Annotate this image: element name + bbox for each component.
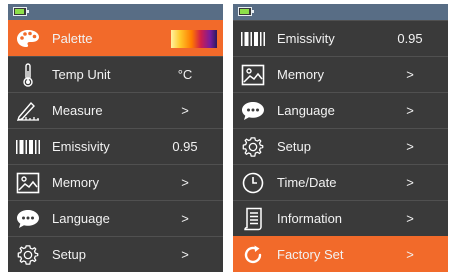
menu-item-value: >: [181, 211, 189, 226]
menu-item-palette[interactable]: Palette: [8, 20, 223, 56]
thermometer-icon: [12, 62, 44, 87]
palette-preview-swatch: [171, 29, 217, 48]
battery-level: [240, 9, 249, 14]
image-icon: [12, 172, 44, 194]
menu-item-label: Language: [52, 211, 110, 226]
menu-item-value: >: [406, 139, 414, 154]
menu-item-setup[interactable]: Setup >: [8, 236, 223, 272]
gear-icon: [12, 244, 44, 266]
battery-icon: [238, 7, 254, 16]
menu-item-memory[interactable]: Memory >: [233, 56, 448, 92]
menu-list: Emissivity 0.95 Memory > Language > Setup > Time…: [233, 20, 448, 272]
ruler-pencil-icon: [12, 100, 44, 122]
battery-level: [15, 9, 24, 14]
barcode-icon: [237, 31, 269, 47]
menu-item-value: >: [406, 247, 414, 262]
menu-item-label: Measure: [52, 103, 103, 118]
menu-item-language[interactable]: Language >: [8, 200, 223, 236]
menu-item-label: Information: [277, 211, 343, 226]
menu-item-emissivity[interactable]: Emissivity 0.95: [8, 128, 223, 164]
menu-item-value: >: [181, 247, 189, 262]
menu-item-measure[interactable]: Measure >: [8, 92, 223, 128]
gear-icon: [237, 136, 269, 158]
screen-left: Palette Temp Unit °C Measure > Emissivity 0.95…: [8, 4, 223, 272]
document-icon: [237, 207, 269, 231]
screen-right: Emissivity 0.95 Memory > Language > Setup > Time…: [233, 4, 448, 272]
menu-item-value: °C: [177, 67, 193, 82]
status-bar: [233, 4, 448, 20]
menu-item-label: Setup: [52, 247, 86, 262]
menu-item-factory-set[interactable]: Factory Set >: [233, 236, 448, 272]
barcode-icon: [12, 139, 44, 155]
menu-item-emissivity[interactable]: Emissivity 0.95: [233, 20, 448, 56]
menu-item-language[interactable]: Language >: [233, 92, 448, 128]
chat-bubble-icon: [237, 100, 269, 122]
battery-icon: [13, 7, 29, 16]
menu-item-value: >: [181, 175, 189, 190]
menu-item-label: Palette: [52, 31, 93, 46]
image-icon: [237, 64, 269, 86]
menu-item-value: 0.95: [172, 139, 198, 154]
chat-bubble-icon: [12, 208, 44, 230]
menu-item-label: Time/Date: [277, 175, 337, 190]
menu-item-value: 0.95: [397, 31, 423, 46]
menu-item-value: >: [406, 175, 414, 190]
menu-item-value: >: [181, 103, 189, 118]
refresh-icon: [237, 244, 269, 266]
menu-item-temp-unit[interactable]: Temp Unit °C: [8, 56, 223, 92]
menu-item-memory[interactable]: Memory >: [8, 164, 223, 200]
menu-item-label: Factory Set: [277, 247, 344, 262]
menu-item-label: Language: [277, 103, 335, 118]
menu-item-value: >: [406, 103, 414, 118]
menu-item-label: Emissivity: [52, 139, 110, 154]
menu-item-label: Memory: [52, 175, 99, 190]
menu-item-value: >: [406, 211, 414, 226]
menu-item-time-date[interactable]: Time/Date >: [233, 164, 448, 200]
clock-icon: [237, 172, 269, 194]
menu-item-value: >: [406, 67, 414, 82]
status-bar: [8, 4, 223, 20]
menu-item-label: Emissivity: [277, 31, 335, 46]
menu-item-label: Setup: [277, 139, 311, 154]
menu-item-information[interactable]: Information >: [233, 200, 448, 236]
menu-item-setup[interactable]: Setup >: [233, 128, 448, 164]
palette-icon: [12, 29, 44, 49]
menu-item-label: Temp Unit: [52, 67, 111, 82]
menu-item-label: Memory: [277, 67, 324, 82]
menu-list: Palette Temp Unit °C Measure > Emissivity 0.95…: [8, 20, 223, 272]
